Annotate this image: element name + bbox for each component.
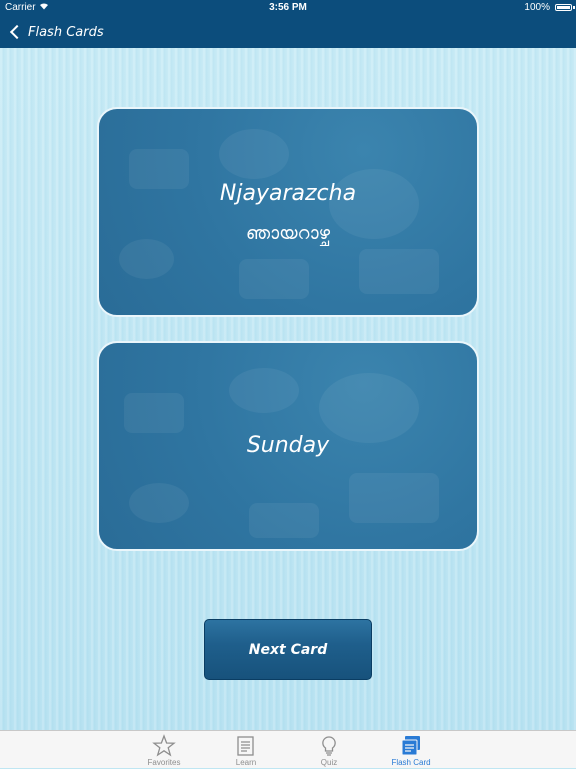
tab-label: Learn <box>235 758 257 767</box>
card-transliteration: Njayarazcha <box>219 181 357 206</box>
back-button-label: Flash Cards <box>28 24 104 40</box>
battery-percent: 100% <box>524 2 550 13</box>
card-pattern-bubble <box>249 503 319 538</box>
tab-label: Favorites <box>147 758 181 767</box>
card-pattern-bubble <box>119 239 174 279</box>
tab-flash-card[interactable]: Flash Card <box>371 731 451 769</box>
card-pattern-bubble <box>219 129 289 179</box>
next-card-button[interactable]: Next Card <box>204 619 372 680</box>
lightbulb-icon <box>317 734 341 758</box>
status-time: 3:56 PM <box>269 2 307 13</box>
card-native-script: ഞായറാഴ്ച <box>245 223 331 244</box>
battery-tip <box>573 6 575 9</box>
card-pattern-bubble <box>229 368 299 413</box>
tab-label: Quiz <box>320 758 338 767</box>
star-icon <box>152 734 176 758</box>
next-card-label: Next Card <box>248 641 328 658</box>
card-pattern-bubble <box>349 473 439 523</box>
card-pattern-bubble <box>129 483 189 523</box>
tab-learn[interactable]: Learn <box>206 731 286 769</box>
chevron-left-icon <box>9 24 25 40</box>
card-pattern-bubble <box>359 249 439 294</box>
flash-card-front[interactable]: Njayarazcha ഞായറാഴ്ച <box>97 107 479 317</box>
tab-favorites[interactable]: Favorites <box>124 731 204 769</box>
document-icon <box>234 734 258 758</box>
tab-label: Flash Card <box>391 758 431 767</box>
flash-card-icon <box>399 734 423 758</box>
card-translation: Sunday <box>246 433 330 458</box>
status-bar: Carrier 3:56 PM 100% <box>0 0 576 16</box>
flash-card-back[interactable]: Sunday <box>97 341 479 551</box>
card-pattern-bubble <box>124 393 184 433</box>
battery-icon <box>555 4 572 11</box>
content-area: Njayarazcha ഞായറാഴ്ച Sunday Next Card <box>0 48 576 730</box>
back-button[interactable]: Flash Cards <box>8 21 104 43</box>
tab-bar: Favorites Learn Quiz Flash Card <box>0 730 576 768</box>
card-pattern-bubble <box>239 259 309 299</box>
navigation-bar: Flash Cards <box>0 16 576 48</box>
tab-quiz[interactable]: Quiz <box>289 731 369 769</box>
